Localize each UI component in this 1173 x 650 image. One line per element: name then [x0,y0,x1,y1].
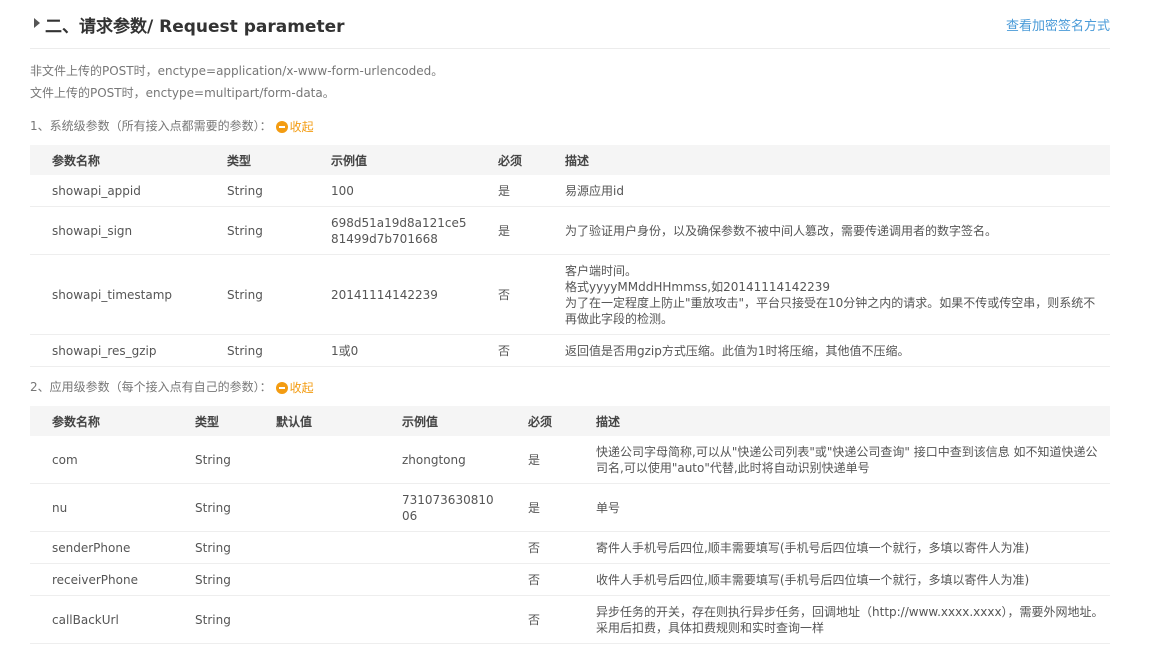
param-example [380,531,506,564]
minus-circle-icon [275,381,288,394]
column-header: 类型 [173,406,254,436]
param-description: 收件人手机号后四位,顺丰需要填写(手机号后四位填一个就行，多填以寄件人为准) [574,563,1110,596]
param-type: String [173,563,254,596]
param-example: 731073630810 06 [380,483,506,532]
param-required: 是 [506,436,574,484]
column-header: 必须 [476,145,543,175]
param-name: showapi_res_gzip [30,334,205,367]
param-type: String [173,531,254,564]
system-params-title: 1、系统级参数（所有接入点都需要的参数）： [30,119,272,133]
param-example [380,563,506,596]
app-params-collapse-button[interactable]: 收起 [275,379,314,396]
post-enctype-note: 非文件上传的POST时，enctype=application/x-www-fo… [30,64,444,78]
column-header: 类型 [205,145,309,175]
table-header-row: 参数名称 类型 示例值 必须 描述 [30,145,1110,175]
param-type: String [173,483,254,532]
param-name: showapi_appid [30,175,205,207]
table-row: receiverPhone String 否 收件人手机号后四位,顺丰需要填写(… [30,563,1110,596]
app-params-table: 参数名称 类型 默认值 示例值 必须 描述 com String zhongto… [30,406,1110,644]
param-description: 客户端时间。 格式yyyyMMddHHmmss,如20141114142239 … [543,254,1110,335]
param-example: 20141114142239 [309,254,476,335]
param-type: String [205,206,309,255]
app-params-heading: 2、应用级参数（每个接入点有自己的参数）： 收起 [30,378,314,396]
param-default [254,595,380,644]
app-params-title: 2、应用级参数（每个接入点有自己的参数）： [30,380,272,394]
expand-triangle-icon[interactable] [34,18,40,28]
param-type: String [205,254,309,335]
collapse-label: 收起 [289,120,314,134]
param-default [254,436,380,484]
param-description: 异步任务的开关，存在则执行异步任务，回调地址（http://www.xxxx.x… [574,595,1110,644]
param-description: 返回值是否用gzip方式压缩。此值为1时将压缩，其他值不压缩。 [543,334,1110,367]
system-params-heading: 1、系统级参数（所有接入点都需要的参数）： 收起 [30,117,314,135]
param-required: 是 [506,483,574,532]
section-header: 二、请求参数/ Request parameter 查看加密签名方式 [30,0,1110,49]
param-required: 否 [476,334,543,367]
param-required: 否 [476,254,543,335]
param-name: receiverPhone [30,563,173,596]
section-title: 二、请求参数/ Request parameter [45,17,345,37]
param-required: 是 [476,175,543,207]
request-parameter-page: 二、请求参数/ Request parameter 查看加密签名方式 非文件上传… [0,0,1173,650]
system-params-collapse-button[interactable]: 收起 [275,118,314,135]
table-row: showapi_sign String 698d51a19d8a121ce5 8… [30,206,1110,255]
table-row: showapi_res_gzip String 1或0 否 返回值是否用gzip… [30,334,1110,367]
system-params-table: 参数名称 类型 示例值 必须 描述 showapi_appid String 1… [30,145,1110,367]
param-example [380,595,506,644]
column-header: 描述 [574,406,1110,436]
param-required: 否 [506,531,574,564]
table-row: nu String 731073630810 06 是 单号 [30,483,1110,532]
table-row: com String zhongtong 是 快递公司字母简称,可以从"快递公司… [30,436,1110,484]
param-name: callBackUrl [30,595,173,644]
table-header-row: 参数名称 类型 默认值 示例值 必须 描述 [30,406,1110,436]
table-row: showapi_timestamp String 20141114142239 … [30,254,1110,335]
param-type: String [205,175,309,207]
column-header: 示例值 [380,406,506,436]
param-name: senderPhone [30,531,173,564]
param-example: 1或0 [309,334,476,367]
param-default [254,563,380,596]
param-type: String [173,436,254,484]
param-required: 否 [506,595,574,644]
column-header: 描述 [543,145,1110,175]
column-header: 必须 [506,406,574,436]
param-example: zhongtong [380,436,506,484]
param-default [254,531,380,564]
param-name: com [30,436,173,484]
param-example: 100 [309,175,476,207]
param-name: showapi_sign [30,206,205,255]
column-header: 默认值 [254,406,380,436]
column-header: 参数名称 [30,406,173,436]
param-description: 快递公司字母简称,可以从"快递公司列表"或"快递公司查询" 接口中查到该信息 如… [574,436,1110,484]
param-type: String [173,595,254,644]
param-name: showapi_timestamp [30,254,205,335]
param-example: 698d51a19d8a121ce5 81499d7b701668 [309,206,476,255]
param-default [254,483,380,532]
column-header: 参数名称 [30,145,205,175]
param-type: String [205,334,309,367]
param-description: 单号 [574,483,1110,532]
table-row: callBackUrl String 否 异步任务的开关，存在则执行异步任务，回… [30,595,1110,644]
upload-enctype-note: 文件上传的POST时，enctype=multipart/form-data。 [30,86,335,100]
column-header: 示例值 [309,145,476,175]
table-row: showapi_appid String 100 是 易源应用id [30,175,1110,207]
param-description: 寄件人手机号后四位,顺丰需要填写(手机号后四位填一个就行，多填以寄件人为准) [574,531,1110,564]
param-name: nu [30,483,173,532]
minus-circle-icon [275,120,288,133]
table-row: senderPhone String 否 寄件人手机号后四位,顺丰需要填写(手机… [30,531,1110,564]
view-signature-method-link[interactable]: 查看加密签名方式 [1006,15,1110,34]
param-description: 为了验证用户身份，以及确保参数不被中间人篡改，需要传递调用者的数字签名。 [543,206,1110,255]
param-required: 否 [506,563,574,596]
param-description: 易源应用id [543,175,1110,207]
collapse-label: 收起 [289,381,314,395]
param-required: 是 [476,206,543,255]
